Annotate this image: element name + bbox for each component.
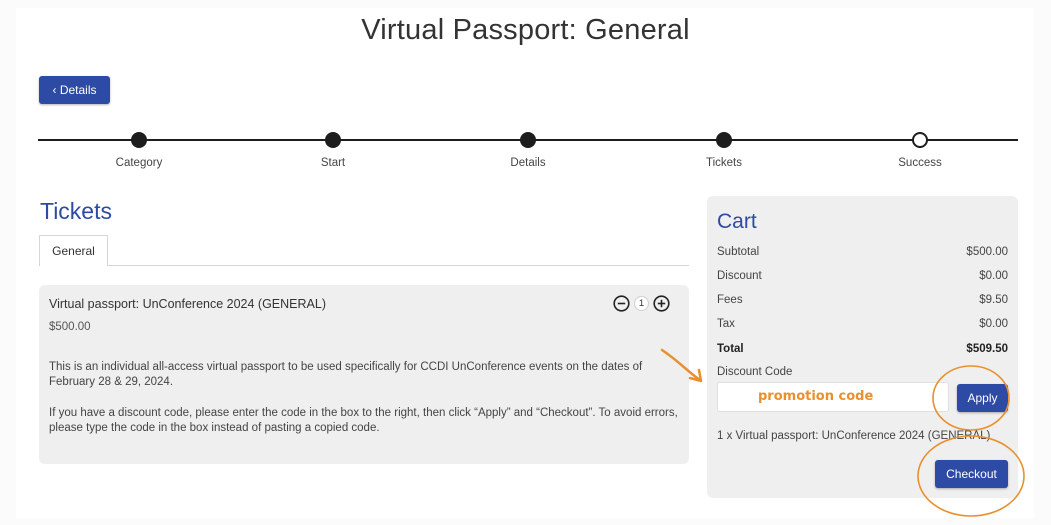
cart-row-value: $0.00 <box>979 318 1008 330</box>
cart-row-discount: Discount $0.00 <box>717 270 1008 282</box>
cart-row-total: Total $509.50 <box>717 343 1008 355</box>
tab-general[interactable]: General <box>39 235 108 266</box>
checkout-button[interactable]: Checkout <box>935 460 1008 488</box>
step-success-label: Success <box>898 157 942 169</box>
cart-row-subtotal: Subtotal $500.00 <box>717 246 1008 258</box>
discount-instructions: If you have a discount code, please ente… <box>49 407 678 434</box>
cart-panel: Cart Subtotal $500.00 Discount $0.00 Fee… <box>707 196 1018 498</box>
cart-row-value: $0.00 <box>979 270 1008 282</box>
quantity-stepper: 1 <box>613 295 670 312</box>
cart-total-value: $509.50 <box>966 343 1008 355</box>
step-category-dot <box>131 132 147 148</box>
step-details-dot <box>520 132 536 148</box>
cart-row-fees: Fees $9.50 <box>717 294 1008 306</box>
step-start-dot <box>325 132 341 148</box>
cart-heading: Cart <box>717 210 757 233</box>
cart-row-tax: Tax $0.00 <box>717 318 1008 330</box>
tickets-heading: Tickets <box>40 198 112 224</box>
promotion-code-annotation: promotion code <box>758 389 874 404</box>
minus-circle-icon[interactable] <box>613 295 630 312</box>
tab-divider <box>108 265 689 266</box>
ticket-card: Virtual passport: UnConference 2024 (GEN… <box>39 285 689 464</box>
ticket-name: Virtual passport: UnConference 2024 (GEN… <box>49 297 326 311</box>
cart-row-label: Discount <box>717 270 762 282</box>
cart-line-item: 1 x Virtual passport: UnConference 2024 … <box>717 430 991 442</box>
cart-row-label: Fees <box>717 294 743 306</box>
plus-circle-icon[interactable] <box>653 295 670 312</box>
quantity-value: 1 <box>634 296 649 311</box>
back-to-details-button[interactable]: ‹ Details <box>39 76 110 104</box>
apply-button[interactable]: Apply <box>957 384 1008 412</box>
cart-row-value: $9.50 <box>979 294 1008 306</box>
discount-code-label: Discount Code <box>717 366 793 378</box>
ticket-description: This is an individual all-access virtual… <box>49 361 643 388</box>
page-title: Virtual Passport: General <box>361 14 690 46</box>
step-success-dot <box>912 132 928 148</box>
cart-row-label: Tax <box>717 318 735 330</box>
cart-row-label: Subtotal <box>717 246 760 258</box>
cart-total-label: Total <box>717 343 744 355</box>
step-category-label: Category <box>115 157 163 169</box>
step-details-label: Details <box>510 157 546 169</box>
ticket-price: $500.00 <box>49 321 91 333</box>
cart-row-value: $500.00 <box>966 246 1008 258</box>
step-start-label: Start <box>320 157 346 169</box>
step-tickets-dot <box>716 132 732 148</box>
step-tickets-label: Tickets <box>706 157 742 169</box>
